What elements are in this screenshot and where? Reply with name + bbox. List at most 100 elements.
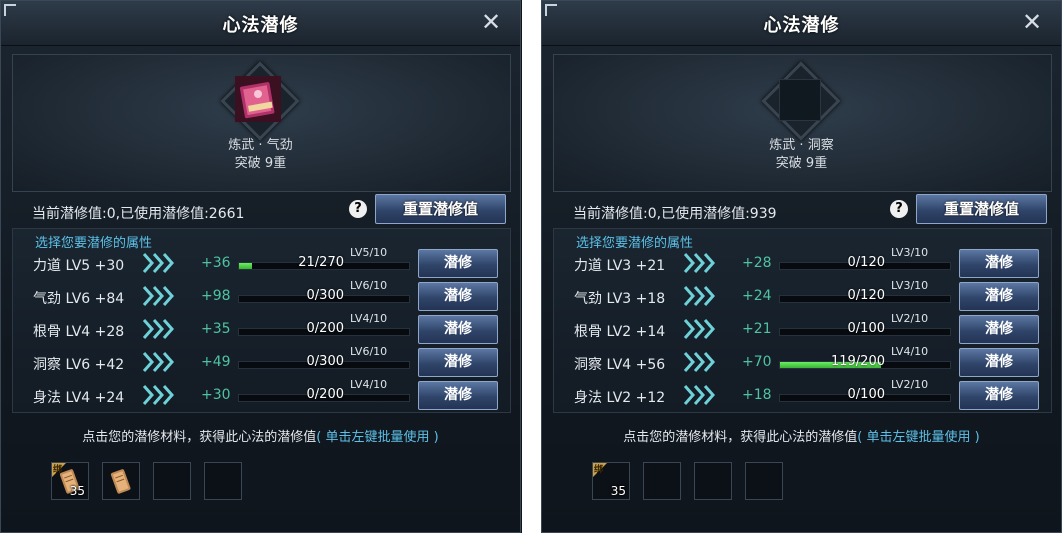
attribute-gain: +28 — [742, 255, 772, 271]
cultivate-button[interactable]: 潜修 — [418, 381, 498, 410]
bound-tag-text: 绑 — [594, 465, 604, 475]
cultivate-button[interactable]: 潜修 — [418, 282, 498, 311]
cultivation-panel: 心法潜修 ✕ 炼武 · 气劲 突破 9重当前潜修值:0,已使用潜修值:2661? 重置潜… — [0, 0, 521, 533]
progress-text: 0/200 — [306, 321, 344, 336]
skill-name: 炼武 · 洞察 — [769, 138, 834, 153]
progress-text: 21/270 — [298, 255, 344, 270]
material-slot[interactable] — [102, 462, 140, 500]
help-icon[interactable]: ? — [890, 200, 908, 218]
batch-use-link[interactable]: ( 单击左键批量使用 ) — [857, 430, 979, 445]
close-icon[interactable]: ✕ — [1019, 9, 1045, 35]
attribute-row: 气劲 LV3 +18 +24 LV3/10 0/120 潜修 — [554, 279, 1051, 313]
attribute-label: 洞察 LV4 +56 — [574, 357, 666, 373]
attribute-gain: +70 — [742, 354, 772, 370]
empty-skill-slot[interactable] — [774, 74, 824, 124]
title-bar: 心法潜修 ✕ — [542, 1, 1061, 46]
material-slot[interactable]: 绑 35 — [51, 462, 89, 500]
attribute-level: LV2/10 — [891, 312, 929, 325]
material-slot[interactable] — [204, 462, 242, 500]
progress-text: 0/120 — [847, 255, 885, 270]
hint-text: 点击您的潜修材料，获得此心法的潜修值 — [82, 430, 317, 445]
attribute-row: 洞察 LV4 +56 +70 LV4/10 119/200 潜修 — [554, 345, 1051, 379]
material-slot[interactable] — [745, 462, 783, 500]
cultivate-button[interactable]: 潜修 — [959, 348, 1039, 377]
attribute-row: 力道 LV3 +21 +28 LV3/10 0/120 潜修 — [554, 246, 1051, 280]
bound-tag-text: 绑 — [53, 465, 63, 475]
cultivation-points-text: 当前潜修值:0,已使用潜修值:2661 — [32, 206, 245, 222]
attribute-row: 力道 LV5 +30 +36 LV5/10 21/270 潜修 — [13, 246, 510, 280]
batch-use-link[interactable]: ( 单击左键批量使用 ) — [316, 430, 438, 445]
panel-title: 心法潜修 — [222, 15, 299, 36]
panel-divider — [522, 0, 542, 533]
skill-name: 炼武 · 气劲 — [228, 138, 293, 153]
progress-text: 0/300 — [306, 354, 344, 369]
item-count: 35 — [610, 484, 626, 498]
attribute-level: LV4/10 — [891, 345, 929, 358]
item-count: 35 — [69, 484, 85, 498]
attribute-row: 身法 LV2 +12 +18 LV2/10 0/100 潜修 — [554, 378, 1051, 412]
chevron-right-icon — [141, 351, 177, 373]
attribute-label: 身法 LV2 +12 — [574, 390, 666, 406]
attribute-gain: +35 — [201, 321, 231, 337]
attribute-label: 力道 LV5 +30 — [33, 258, 125, 274]
chevron-right-icon — [682, 384, 718, 406]
empty-icon-box — [779, 79, 821, 121]
cultivate-button[interactable]: 潜修 — [418, 348, 498, 377]
material-slot[interactable]: 绑 35 — [592, 462, 630, 500]
attribute-gain: +49 — [201, 354, 231, 370]
attribute-list: 选择您要潜修的属性 力道 LV5 +30 +36 LV5/10 21/270 潜修 气劲 L… — [12, 228, 511, 413]
cultivate-button[interactable]: 潜修 — [418, 249, 498, 278]
reset-points-button[interactable]: 重置潜修值 — [916, 194, 1047, 224]
progress-text: 0/300 — [306, 288, 344, 303]
cultivate-button[interactable]: 潜修 — [959, 381, 1039, 410]
attribute-row: 根骨 LV2 +14 +21 LV2/10 0/100 潜修 — [554, 312, 1051, 346]
attribute-level: LV5/10 — [350, 246, 388, 259]
chevron-right-icon — [682, 285, 718, 307]
chevron-right-icon — [141, 318, 177, 340]
chevron-right-icon — [141, 285, 177, 307]
chevron-right-icon — [141, 384, 177, 406]
attribute-gain: +24 — [742, 288, 772, 304]
attribute-level: LV4/10 — [350, 378, 388, 391]
hint-text: 点击您的潜修材料，获得此心法的潜修值 — [623, 430, 858, 445]
attribute-label: 洞察 LV6 +42 — [33, 357, 125, 373]
cultivate-button[interactable]: 潜修 — [959, 249, 1039, 278]
help-icon[interactable]: ? — [349, 200, 367, 218]
attribute-level: LV6/10 — [350, 279, 388, 292]
skill-tier: 突破 9重 — [234, 156, 287, 171]
attribute-label: 身法 LV4 +24 — [33, 390, 125, 406]
attribute-row: 根骨 LV4 +28 +35 LV4/10 0/200 潜修 — [13, 312, 510, 346]
cultivation-panel: 心法潜修 ✕ 炼武 · 洞察 突破 9重当前潜修值:0,已使用潜修值:939? 重置潜修… — [541, 0, 1062, 533]
skill-tier: 突破 9重 — [775, 156, 828, 171]
cultivate-button[interactable]: 潜修 — [959, 282, 1039, 311]
cultivation-points-text: 当前潜修值:0,已使用潜修值:939 — [573, 206, 777, 222]
material-slot[interactable] — [643, 462, 681, 500]
material-hint: 点击您的潜修材料，获得此心法的潜修值( 单击左键批量使用 ) — [542, 426, 1061, 445]
attribute-label: 根骨 LV2 +14 — [574, 324, 666, 340]
attribute-label: 气劲 LV3 +18 — [574, 291, 666, 307]
chevron-right-icon — [141, 252, 177, 274]
attribute-gain: +36 — [201, 255, 231, 271]
attribute-gain: +18 — [742, 387, 772, 403]
reset-points-button[interactable]: 重置潜修值 — [375, 194, 506, 224]
chevron-right-icon — [682, 318, 718, 340]
scroll-icon — [108, 468, 136, 496]
attribute-label: 力道 LV3 +21 — [574, 258, 666, 274]
attribute-gain: +21 — [742, 321, 772, 337]
attribute-level: LV3/10 — [891, 246, 929, 259]
material-slot[interactable] — [694, 462, 732, 500]
cultivate-button[interactable]: 潜修 — [418, 315, 498, 344]
material-slot[interactable] — [153, 462, 191, 500]
attribute-row: 身法 LV4 +24 +30 LV4/10 0/200 潜修 — [13, 378, 510, 412]
attribute-label: 气劲 LV6 +84 — [33, 291, 125, 307]
progress-text: 119/200 — [830, 354, 885, 369]
attribute-row: 洞察 LV6 +42 +49 LV6/10 0/300 潜修 — [13, 345, 510, 379]
attribute-level: LV6/10 — [350, 345, 388, 358]
attribute-gain: +30 — [201, 387, 231, 403]
book-icon[interactable] — [233, 74, 283, 124]
progress-text: 0/100 — [847, 387, 885, 402]
close-icon[interactable]: ✕ — [478, 9, 504, 35]
progress-text: 0/200 — [306, 387, 344, 402]
points-info-row: 当前潜修值:0,已使用潜修值:939? 重置潜修值 — [552, 193, 1052, 227]
cultivate-button[interactable]: 潜修 — [959, 315, 1039, 344]
